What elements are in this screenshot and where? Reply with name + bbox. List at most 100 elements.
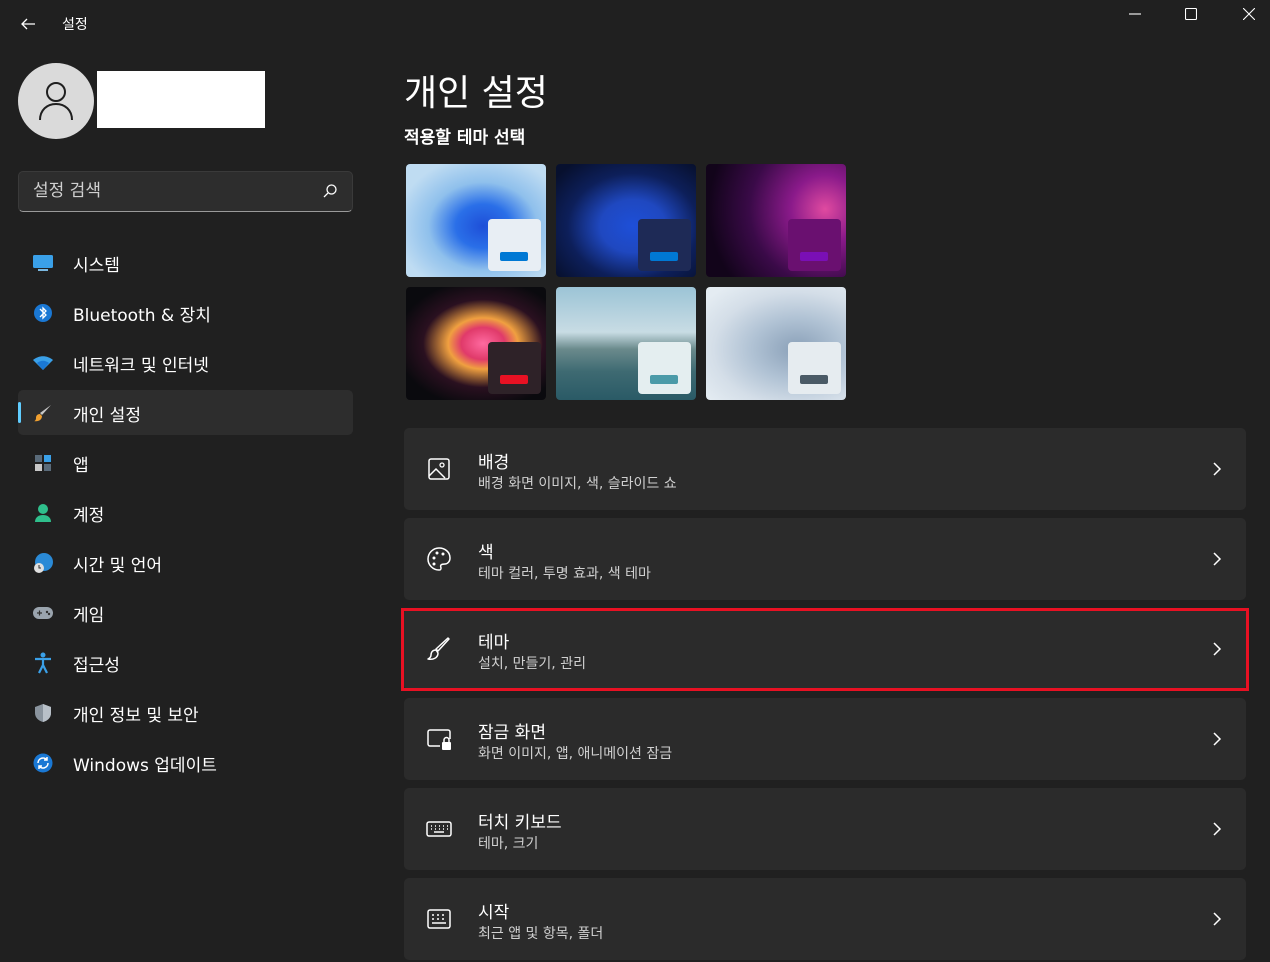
system-display-icon [32,252,54,274]
theme-flow[interactable] [706,287,846,400]
theme-window-preview [638,219,691,271]
shield-icon [32,702,54,724]
minimize-icon [1129,13,1141,15]
setting-card-colors[interactable]: 색 테마 컬러, 투명 효과, 색 테마 [404,518,1246,600]
setting-card-themes[interactable]: 테마 설치, 만들기, 관리 [404,608,1246,690]
sidebar-item-label: 개인 설정 [73,406,141,426]
sidebar-item-gaming[interactable]: 게임 [18,590,353,635]
lock-screen-icon [427,729,451,750]
page-title: 개인 설정 [404,73,548,114]
card-subtitle: 배경 화면 이미지, 색, 슬라이드 쇼 [478,476,677,492]
card-subtitle: 화면 이미지, 앱, 애니메이션 잠금 [478,746,673,762]
sidebar-item-label: 시간 및 언어 [73,556,163,576]
user-name-redacted [97,71,265,128]
sidebar-item-label: 앱 [73,456,89,476]
sidebar-item-network[interactable]: 네트워크 및 인터넷 [18,340,353,385]
theme-window-preview [788,219,841,271]
chevron-right-icon [1213,822,1222,836]
card-title: 터치 키보드 [478,813,562,833]
search-icon[interactable] [322,183,338,199]
windows-update-icon [32,752,54,774]
chevron-right-icon [1213,912,1222,926]
app-title: 설정 [62,17,88,33]
chevron-right-icon [1213,462,1222,476]
chevron-right-icon [1213,552,1222,566]
brush-icon [427,637,450,660]
card-title: 시작 [478,903,510,923]
sidebar-item-apps[interactable]: 앱 [18,440,353,485]
accessibility-icon [32,652,54,674]
close-button[interactable] [1226,0,1270,28]
theme-window-preview [488,219,541,271]
user-avatar[interactable] [18,63,94,139]
theme-captured-motion[interactable] [406,287,546,400]
card-title: 배경 [478,453,510,473]
account-icon [32,502,54,524]
back-arrow-icon [21,18,35,30]
maximize-icon [1185,8,1197,20]
apps-icon [32,452,54,474]
setting-card-touch-keyboard[interactable]: 터치 키보드 테마, 크기 [404,788,1246,870]
sidebar-item-system[interactable]: 시스템 [18,240,353,285]
sidebar-item-label: Windows 업데이트 [73,756,217,776]
time-language-icon [32,552,54,574]
theme-window-preview [488,342,541,394]
theme-accent-bar [650,375,678,384]
theme-glow[interactable] [706,164,846,277]
sidebar-item-personalization[interactable]: 개인 설정 [18,390,353,435]
paintbrush-icon [32,402,54,424]
bluetooth-icon [32,302,54,324]
chevron-right-icon [1213,732,1222,746]
user-avatar-icon [39,82,73,121]
theme-accent-bar [500,252,528,261]
card-subtitle: 테마 컬러, 투명 효과, 색 테마 [478,566,651,582]
card-title: 색 [478,543,494,563]
theme-section-label: 적용할 테마 선택 [404,128,526,148]
image-icon [428,458,450,480]
back-button[interactable] [14,10,42,38]
theme-accent-bar [800,375,828,384]
wifi-icon [32,352,54,374]
theme-sunrise[interactable] [556,287,696,400]
setting-card-start[interactable]: 시작 최근 앱 및 항목, 폴더 [404,878,1246,960]
chevron-right-icon [1213,642,1222,656]
theme-accent-bar [500,375,528,384]
card-subtitle: 최근 앱 및 항목, 폴더 [478,926,604,942]
theme-window-preview [638,342,691,394]
minimize-button[interactable] [1112,0,1158,28]
settings-search-box[interactable] [18,171,353,212]
sidebar-item-label: 게임 [73,606,105,626]
active-indicator [18,402,21,423]
start-menu-icon [427,909,451,929]
sidebar-item-accounts[interactable]: 계정 [18,490,353,535]
sidebar-item-privacy[interactable]: 개인 정보 및 보안 [18,690,353,735]
sidebar-item-bluetooth[interactable]: Bluetooth & 장치 [18,290,353,335]
sidebar-item-time-language[interactable]: 시간 및 언어 [18,540,353,585]
theme-windows-light[interactable] [406,164,546,277]
sidebar-item-label: 계정 [73,506,105,526]
theme-window-preview [788,342,841,394]
search-input[interactable] [33,172,313,210]
palette-icon [427,547,451,571]
gamepad-icon [32,602,54,624]
card-subtitle: 테마, 크기 [478,836,539,852]
theme-accent-bar [800,252,828,261]
title-bar: 설정 [0,0,1270,48]
sidebar-item-label: 접근성 [73,656,120,676]
theme-accent-bar [650,252,678,261]
sidebar-item-accessibility[interactable]: 접근성 [18,640,353,685]
sidebar-item-label: 시스템 [73,256,120,276]
card-subtitle: 설치, 만들기, 관리 [478,656,586,672]
sidebar-item-windows-update[interactable]: Windows 업데이트 [18,740,353,785]
sidebar-item-label: Bluetooth & 장치 [73,306,211,326]
card-title: 테마 [478,633,510,653]
close-icon [1243,8,1255,20]
sidebar-item-label: 네트워크 및 인터넷 [73,356,209,376]
sidebar-item-label: 개인 정보 및 보안 [73,706,199,726]
maximize-button[interactable] [1168,0,1214,28]
setting-card-background[interactable]: 배경 배경 화면 이미지, 색, 슬라이드 쇼 [404,428,1246,510]
theme-windows-dark[interactable] [556,164,696,277]
setting-card-lock-screen[interactable]: 잠금 화면 화면 이미지, 앱, 애니메이션 잠금 [404,698,1246,780]
card-title: 잠금 화면 [478,723,546,743]
keyboard-icon [426,821,452,837]
